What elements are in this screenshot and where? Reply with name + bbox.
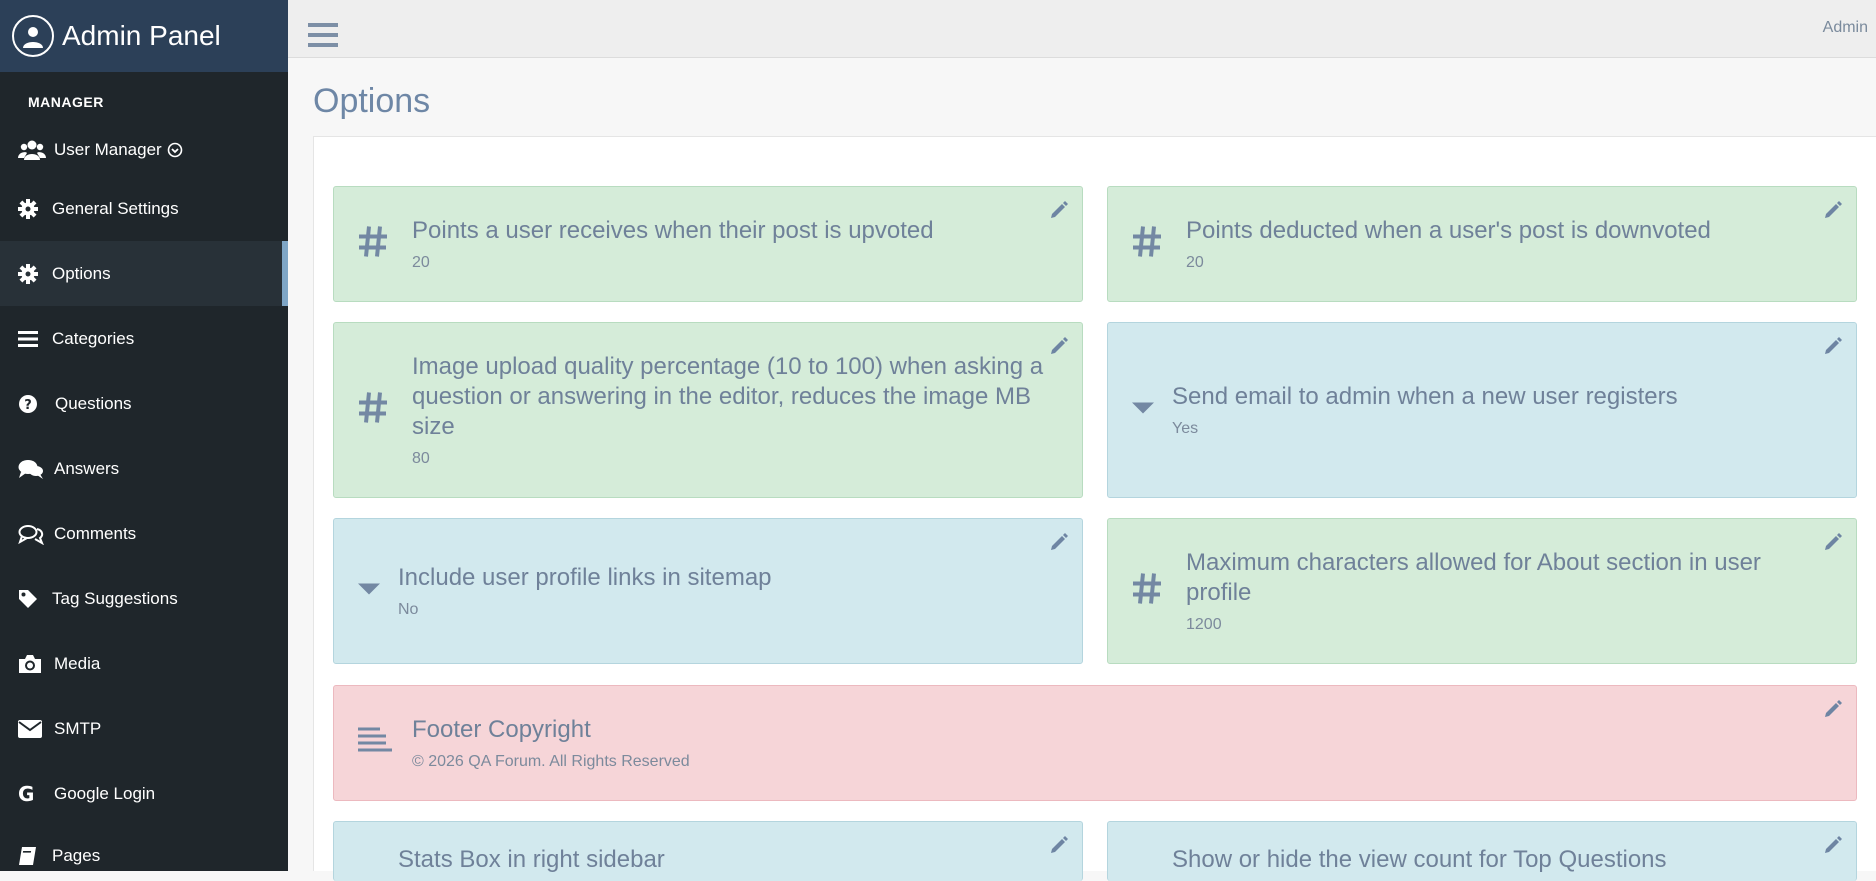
edit-pencil-icon[interactable] [1824,836,1842,859]
option-title: Show or hide the view count for Top Ques… [1172,846,1667,873]
sidebar-item-label: User Manager [54,140,162,159]
sidebar-item-options[interactable]: Options [0,241,288,306]
option-title: Send email to admin when a new user regi… [1172,383,1678,410]
option-title: Points a user receives when their post i… [412,217,934,244]
book-icon [18,846,52,866]
edit-pencil-icon[interactable] [1050,836,1068,859]
sidebar-item-smtp[interactable]: SMTP [0,696,288,761]
option-card[interactable]: Stats Box in right sidebar [333,821,1083,881]
option-card[interactable]: Include user profile links in sitemap No [333,518,1083,664]
sidebar-item-label: Google Login [54,783,156,803]
edit-pencil-icon[interactable] [1824,201,1842,224]
sidebar-item-comments[interactable]: Comments [0,501,288,566]
sidebar-item-label: Options [52,263,111,283]
option-value: Yes [1172,420,1199,437]
edit-pencil-icon[interactable] [1824,700,1842,723]
page-title: Options [313,82,431,120]
option-title: Footer Copyright [412,716,591,743]
align-left-icon [358,727,392,760]
camera-icon [18,654,52,674]
caret-down-icon [358,582,380,601]
edit-pencil-icon[interactable] [1050,337,1068,360]
topbar: Admin [288,0,1876,58]
list-icon [18,330,52,348]
sidebar-item-questions[interactable]: ? Questions [0,371,288,436]
sidebar-section-label: MANAGER [28,94,104,110]
edit-pencil-icon[interactable] [1050,533,1068,556]
tag-icon [18,589,52,609]
sidebar-item-tag-suggestions[interactable]: Tag Suggestions [0,566,288,631]
options-panel: Points a user receives when their post i… [313,136,1876,881]
sidebar-item-label: Questions [55,393,132,413]
sidebar-item-categories[interactable]: Categories [0,306,288,371]
brand-title: Admin Panel [62,20,221,51]
hamburger-menu-icon[interactable] [308,22,338,53]
comments-icon [18,523,52,545]
option-card[interactable]: Points deducted when a user's post is do… [1107,186,1857,302]
option-title: Stats Box in right sidebar [398,846,665,873]
option-value: 20 [412,254,430,271]
users-icon [18,139,52,161]
google-icon: G [18,781,35,806]
sidebar: Admin Panel MANAGER User Manager General… [0,0,288,871]
user-menu[interactable]: Admin [1823,19,1868,37]
option-title: Points deducted when a user's post is do… [1186,217,1711,244]
gear-icon [18,263,52,284]
sidebar-item-user-manager[interactable]: User Manager [0,124,288,176]
hash-icon [1132,572,1162,611]
option-card[interactable]: Show or hide the view count for Top Ques… [1107,821,1857,881]
sidebar-item-media[interactable]: Media [0,631,288,696]
svg-text:?: ? [24,398,32,413]
option-card[interactable]: Points a user receives when their post i… [333,186,1083,302]
option-value: © 2026 QA Forum. All Rights Reserved [412,753,690,770]
option-title: Maximum characters allowed for About sec… [1186,549,1761,606]
caret-down-icon [1132,401,1154,420]
sidebar-item-label: Pages [52,846,101,865]
sidebar-item-label: Categories [52,328,135,348]
edit-pencil-icon[interactable] [1050,201,1068,224]
sidebar-item-label: Comments [54,523,137,543]
option-card[interactable]: Image upload quality percentage (10 to 1… [333,322,1083,498]
brand[interactable]: Admin Panel [0,0,288,72]
user-avatar-icon [12,15,54,57]
sidebar-item-label: SMTP [54,718,102,738]
question-circle-icon: ? [18,393,52,415]
envelope-icon [18,719,52,738]
sidebar-item-label: General Settings [52,198,179,218]
option-title: Image upload quality percentage (10 to 1… [412,353,1044,440]
chevron-down-circle-icon [167,142,183,158]
gear-icon [18,198,52,219]
sidebar-item-label: Media [54,653,101,673]
sidebar-item-general-settings[interactable]: General Settings [0,176,288,241]
chat-icon [18,458,52,480]
option-value: No [398,601,419,618]
sidebar-item-pages[interactable]: Pages [0,826,288,866]
option-card[interactable]: Footer Copyright © 2026 QA Forum. All Ri… [333,685,1857,801]
edit-pencil-icon[interactable] [1824,533,1842,556]
option-value: 1200 [1186,616,1222,633]
sidebar-item-answers[interactable]: Answers [0,436,288,501]
edit-pencil-icon[interactable] [1824,337,1842,360]
option-value: 20 [1186,254,1204,271]
option-value: 80 [412,450,430,467]
hash-icon [358,391,388,430]
option-card[interactable]: Maximum characters allowed for About sec… [1107,518,1857,664]
option-title: Include user profile links in sitemap [398,564,772,591]
hash-icon [1132,225,1162,264]
hash-icon [358,225,388,264]
sidebar-item-label: Answers [54,458,120,478]
option-card[interactable]: Send email to admin when a new user regi… [1107,322,1857,498]
sidebar-item-google-login[interactable]: G Google Login [0,761,288,826]
sidebar-item-label: Tag Suggestions [52,588,178,608]
